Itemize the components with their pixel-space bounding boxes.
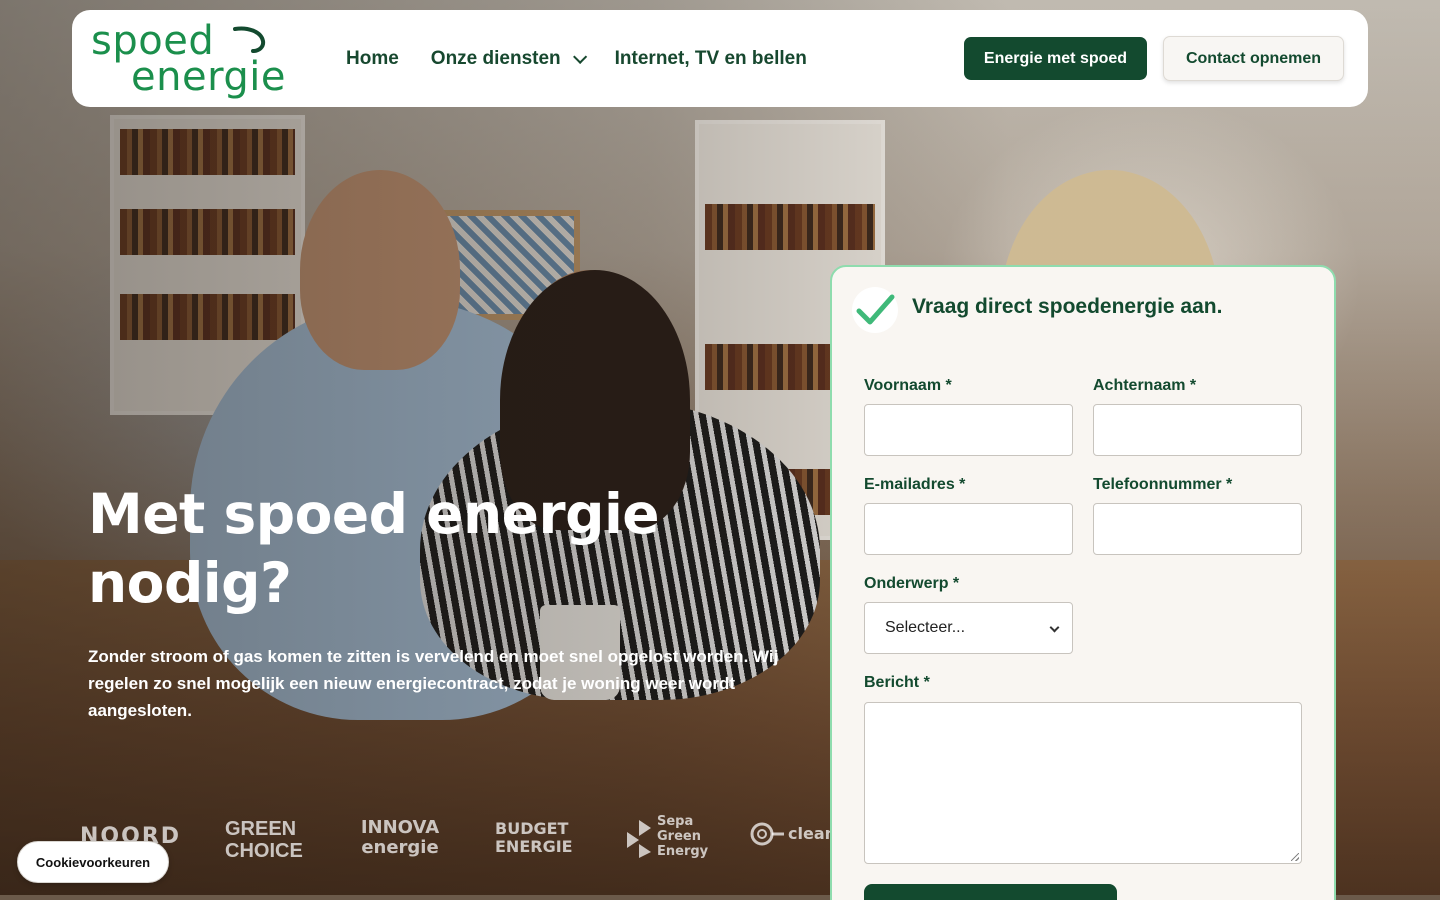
message-textarea[interactable] [864,702,1302,864]
logo-swoosh-icon [233,26,266,53]
first-name-label: Voornaam * [864,377,952,394]
nav-home-label: Home [346,47,399,69]
last-name-label: Achternaam * [1093,377,1197,394]
site-header: spoed energie Home Onze diensten Interne… [72,10,1368,107]
submit-button[interactable] [864,884,1117,900]
subject-select[interactable]: Selecteer... [864,602,1073,654]
message-label: Bericht * [864,674,930,691]
partner-logos: NOORD GREEN CHOICE INNOVA energie BUDGET… [80,810,830,870]
spoedenergie-logo[interactable]: spoed energie [91,19,301,99]
chevron-down-icon [572,49,587,64]
check-icon [852,287,898,333]
nav-internet-label: Internet, TV en bellen [614,47,807,69]
subject-label: Onderwerp * [864,575,960,592]
form-title: Vraag direct spoedenergie aan. [912,295,1223,318]
email-input[interactable] [864,503,1073,555]
phone-label: Telefoonnummer * [1093,476,1233,493]
cookie-preferences-button[interactable]: Cookievoorkeuren [17,841,169,883]
cleanenergy-logo: cleanener [750,822,830,846]
hero-description: Zonder stroom of gas komen te zitten is … [88,647,779,720]
last-name-input[interactable] [1093,404,1302,456]
innova-logo: INNOVA energie [355,818,445,858]
email-label: E-mailadres * [864,476,966,493]
sepa-logo: Sepa Green Energy [625,814,715,859]
resize-handle-icon[interactable] [1291,853,1299,861]
partner-name: INNOVA energie [360,817,440,858]
phone-input[interactable] [1093,503,1302,555]
first-name-input[interactable] [864,404,1073,456]
cleanenergy-swirl-icon [750,822,784,846]
contact-opnemen-button[interactable]: Contact opnemen [1163,36,1344,81]
nav-onze-diensten[interactable]: Onze diensten [430,47,587,70]
sepa-leaf-icon [627,820,651,858]
chevron-down-icon [1049,622,1060,633]
request-form-card: Vraag direct spoedenergie aan. Voornaam … [830,265,1336,900]
energie-met-spoed-button[interactable]: Energie met spoed [964,37,1147,80]
main-nav: Home Onze diensten Internet, TV en belle… [346,10,807,107]
partner-name: cleanener [788,824,830,843]
nav-home[interactable]: Home [346,48,399,70]
nav-internet-tv-bellen[interactable]: Internet, TV en bellen [615,48,807,70]
hero-title: Met spoed energie nodig? [88,482,660,615]
greenchoice-logo: GREEN CHOICE [225,818,303,862]
partner-name: BUDGET ENERGIE [495,819,573,856]
partner-name: Sepa Green Energy [657,814,709,859]
budget-energie-logo: BUDGET ENERGIE [495,820,573,856]
subject-selected-value: Selecteer... [885,619,966,636]
partner-name: GREEN CHOICE [225,818,303,862]
nav-onze-diensten-label: Onze diensten [430,47,561,69]
logo-text-energie: energie [131,54,286,100]
